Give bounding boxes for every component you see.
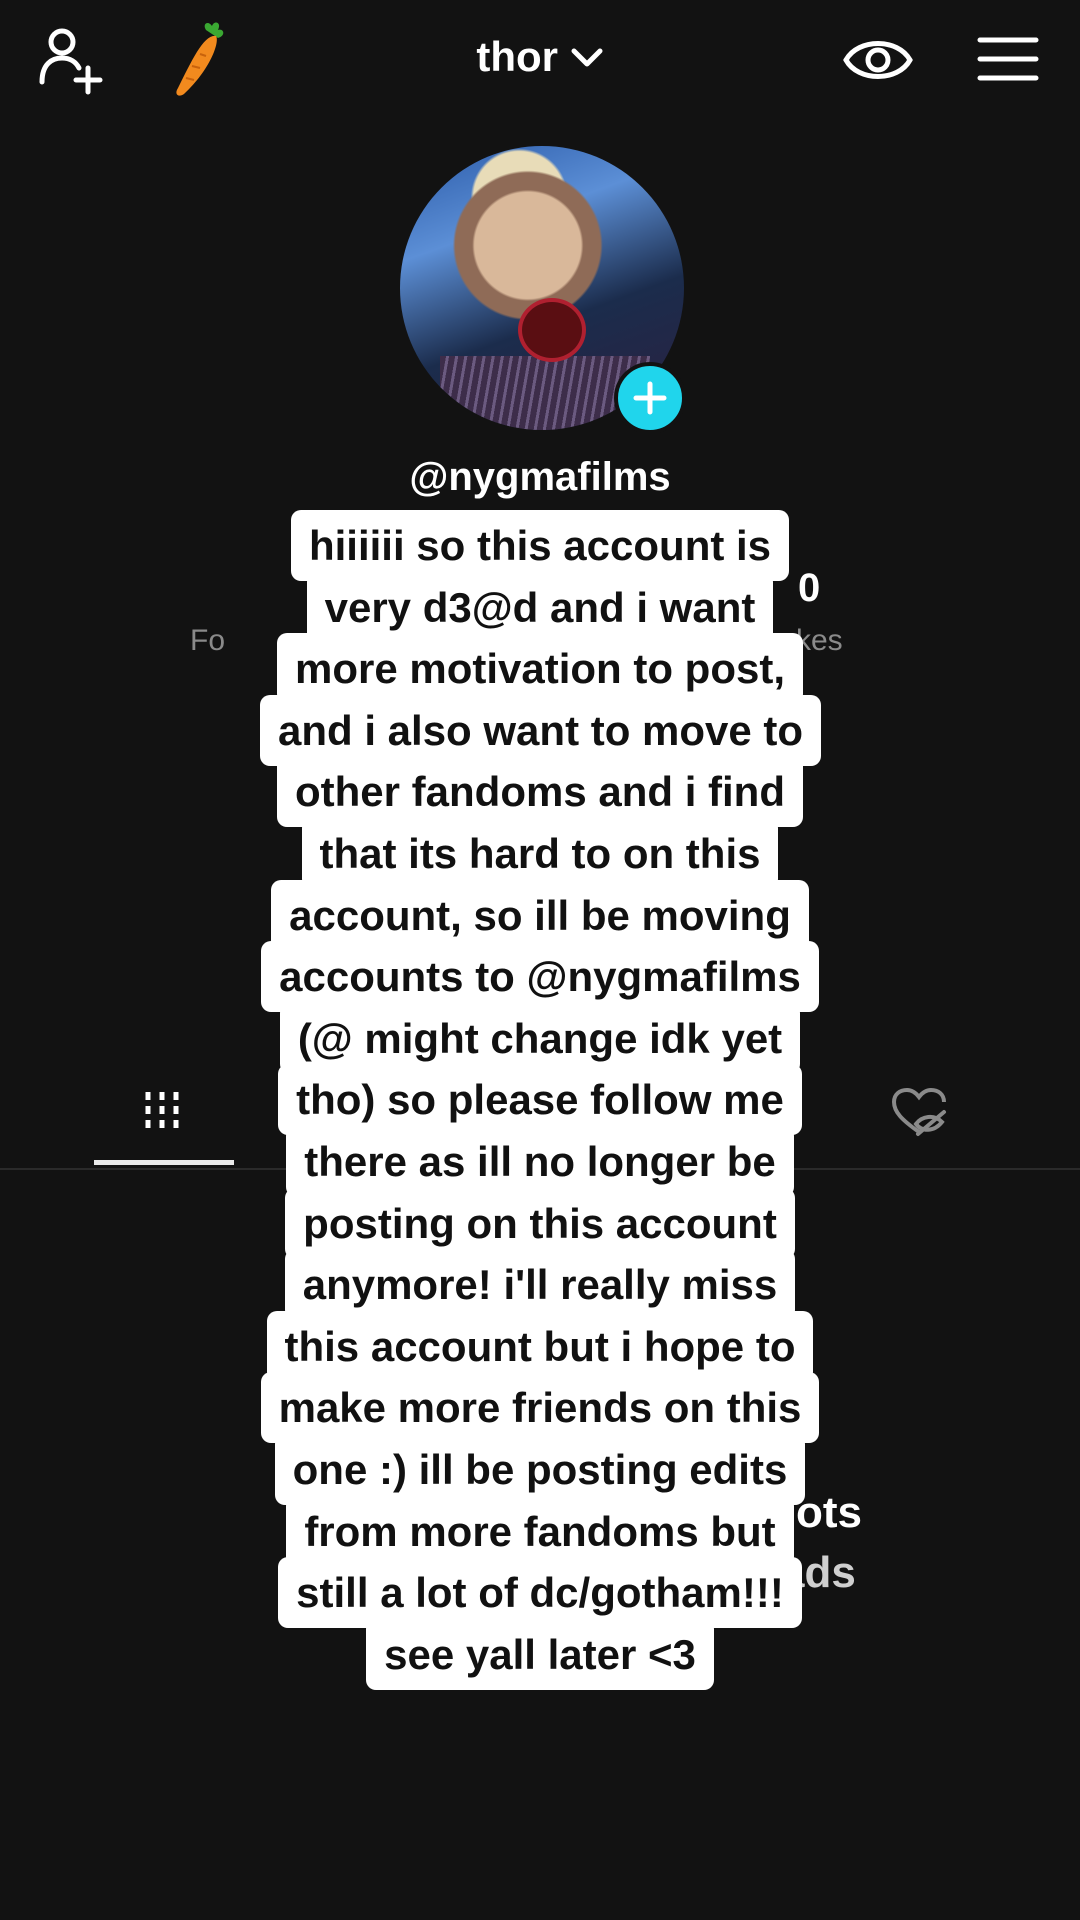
eye-icon[interactable] [842,30,914,90]
plus-icon [633,381,667,415]
caption-overlay: hiiiiii so this account is very d3@d and… [0,510,1080,1690]
chevron-down-icon [571,48,603,67]
add-story-button[interactable] [614,362,686,434]
profile-handle: @nygmafilms [409,455,671,499]
account-username: thor [476,32,558,80]
menu-icon[interactable] [976,34,1040,84]
top-bar: thor [0,0,1080,120]
avatar-mouth [518,298,586,362]
caption-text: hiiiiii so this account is very d3@d and… [260,510,822,1690]
account-switcher[interactable]: thor [0,30,1080,81]
